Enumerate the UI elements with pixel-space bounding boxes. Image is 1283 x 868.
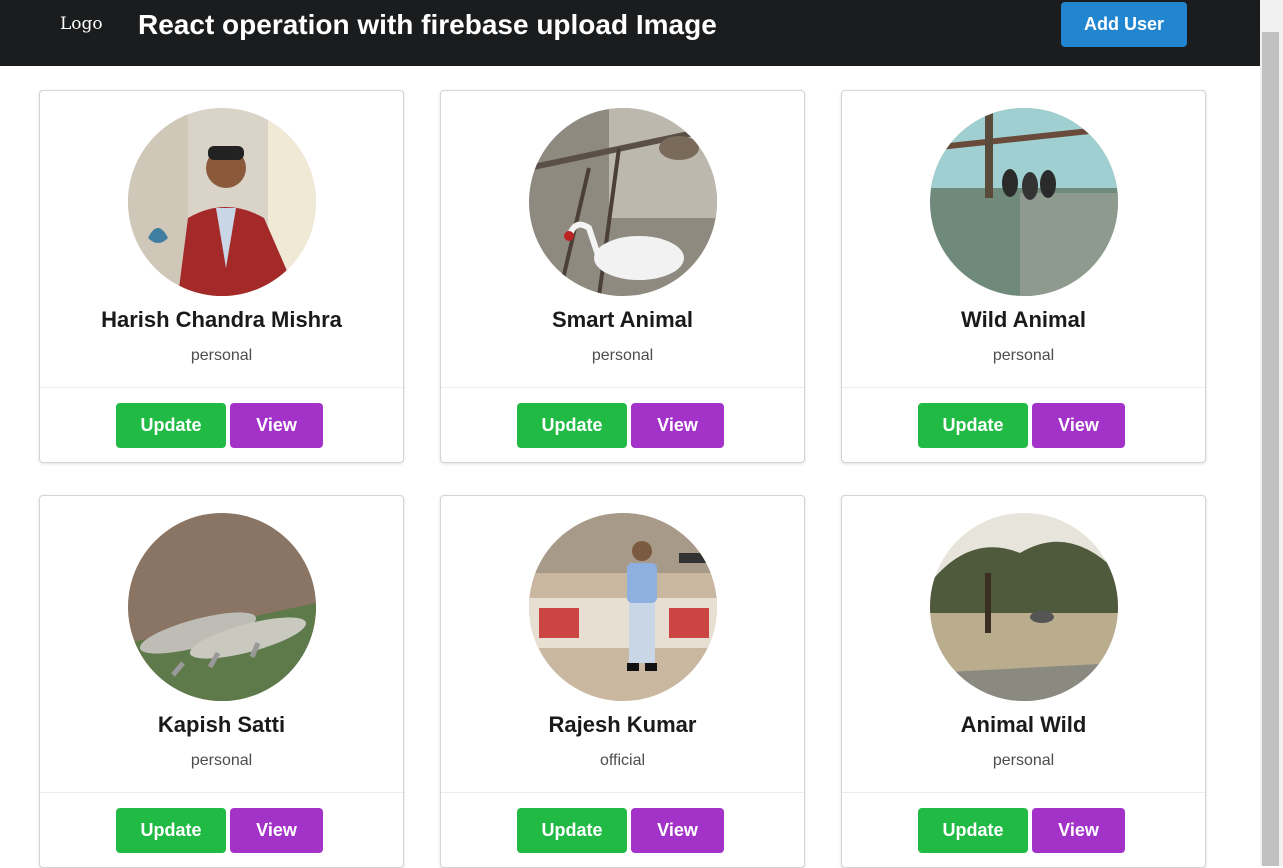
user-card: Animal Wild personal Update View — [841, 495, 1206, 868]
card-divider — [441, 792, 804, 793]
user-category: personal — [992, 347, 1055, 364]
user-avatar-image — [529, 108, 717, 296]
user-card-grid: Harish Chandra Mishra personal Update Vi… — [39, 90, 1206, 868]
view-button[interactable]: View — [1032, 808, 1125, 853]
user-avatar-image — [529, 513, 717, 701]
card-divider — [441, 387, 804, 388]
logo[interactable]: Logo — [60, 14, 103, 34]
card-divider — [842, 387, 1205, 388]
view-button[interactable]: View — [1032, 403, 1125, 448]
view-button[interactable]: View — [230, 808, 323, 853]
user-avatar-image — [930, 513, 1118, 701]
user-avatar-image — [128, 108, 316, 296]
user-name: Animal Wild — [960, 712, 1087, 737]
card-divider — [40, 387, 403, 388]
user-card: Harish Chandra Mishra personal Update Vi… — [39, 90, 404, 463]
user-card: Wild Animal personal Update View — [841, 90, 1206, 463]
user-category: personal — [190, 347, 253, 364]
update-button[interactable]: Update — [517, 403, 627, 448]
user-name: Rajesh Kumar — [548, 712, 697, 737]
user-name: Kapish Satti — [157, 712, 286, 737]
user-card: Rajesh Kumar official Update View — [440, 495, 805, 868]
view-button[interactable]: View — [631, 403, 724, 448]
update-button[interactable]: Update — [918, 403, 1028, 448]
card-divider — [40, 792, 403, 793]
card-divider — [842, 792, 1205, 793]
view-button[interactable]: View — [631, 808, 724, 853]
scrollbar-thumb[interactable] — [1262, 32, 1279, 866]
user-category: personal — [992, 752, 1055, 769]
user-name: Harish Chandra Mishra — [101, 307, 342, 332]
user-card: Kapish Satti personal Update View — [39, 495, 404, 868]
user-category: personal — [591, 347, 654, 364]
page-title: React operation with firebase upload Ima… — [138, 9, 717, 40]
update-button[interactable]: Update — [918, 808, 1028, 853]
update-button[interactable]: Update — [116, 808, 226, 853]
user-avatar-image — [930, 108, 1118, 296]
navbar: Logo React operation with firebase uploa… — [0, 0, 1260, 66]
view-button[interactable]: View — [230, 403, 323, 448]
user-category: personal — [190, 752, 253, 769]
update-button[interactable]: Update — [116, 403, 226, 448]
scrollbar[interactable] — [1260, 0, 1283, 866]
user-card: Smart Animal personal Update View — [440, 90, 805, 463]
user-name: Smart Animal — [551, 307, 693, 332]
add-user-button[interactable]: Add User — [1061, 2, 1187, 47]
user-avatar-image — [128, 513, 316, 701]
user-category: official — [599, 752, 646, 769]
update-button[interactable]: Update — [517, 808, 627, 853]
user-name: Wild Animal — [961, 307, 1086, 332]
